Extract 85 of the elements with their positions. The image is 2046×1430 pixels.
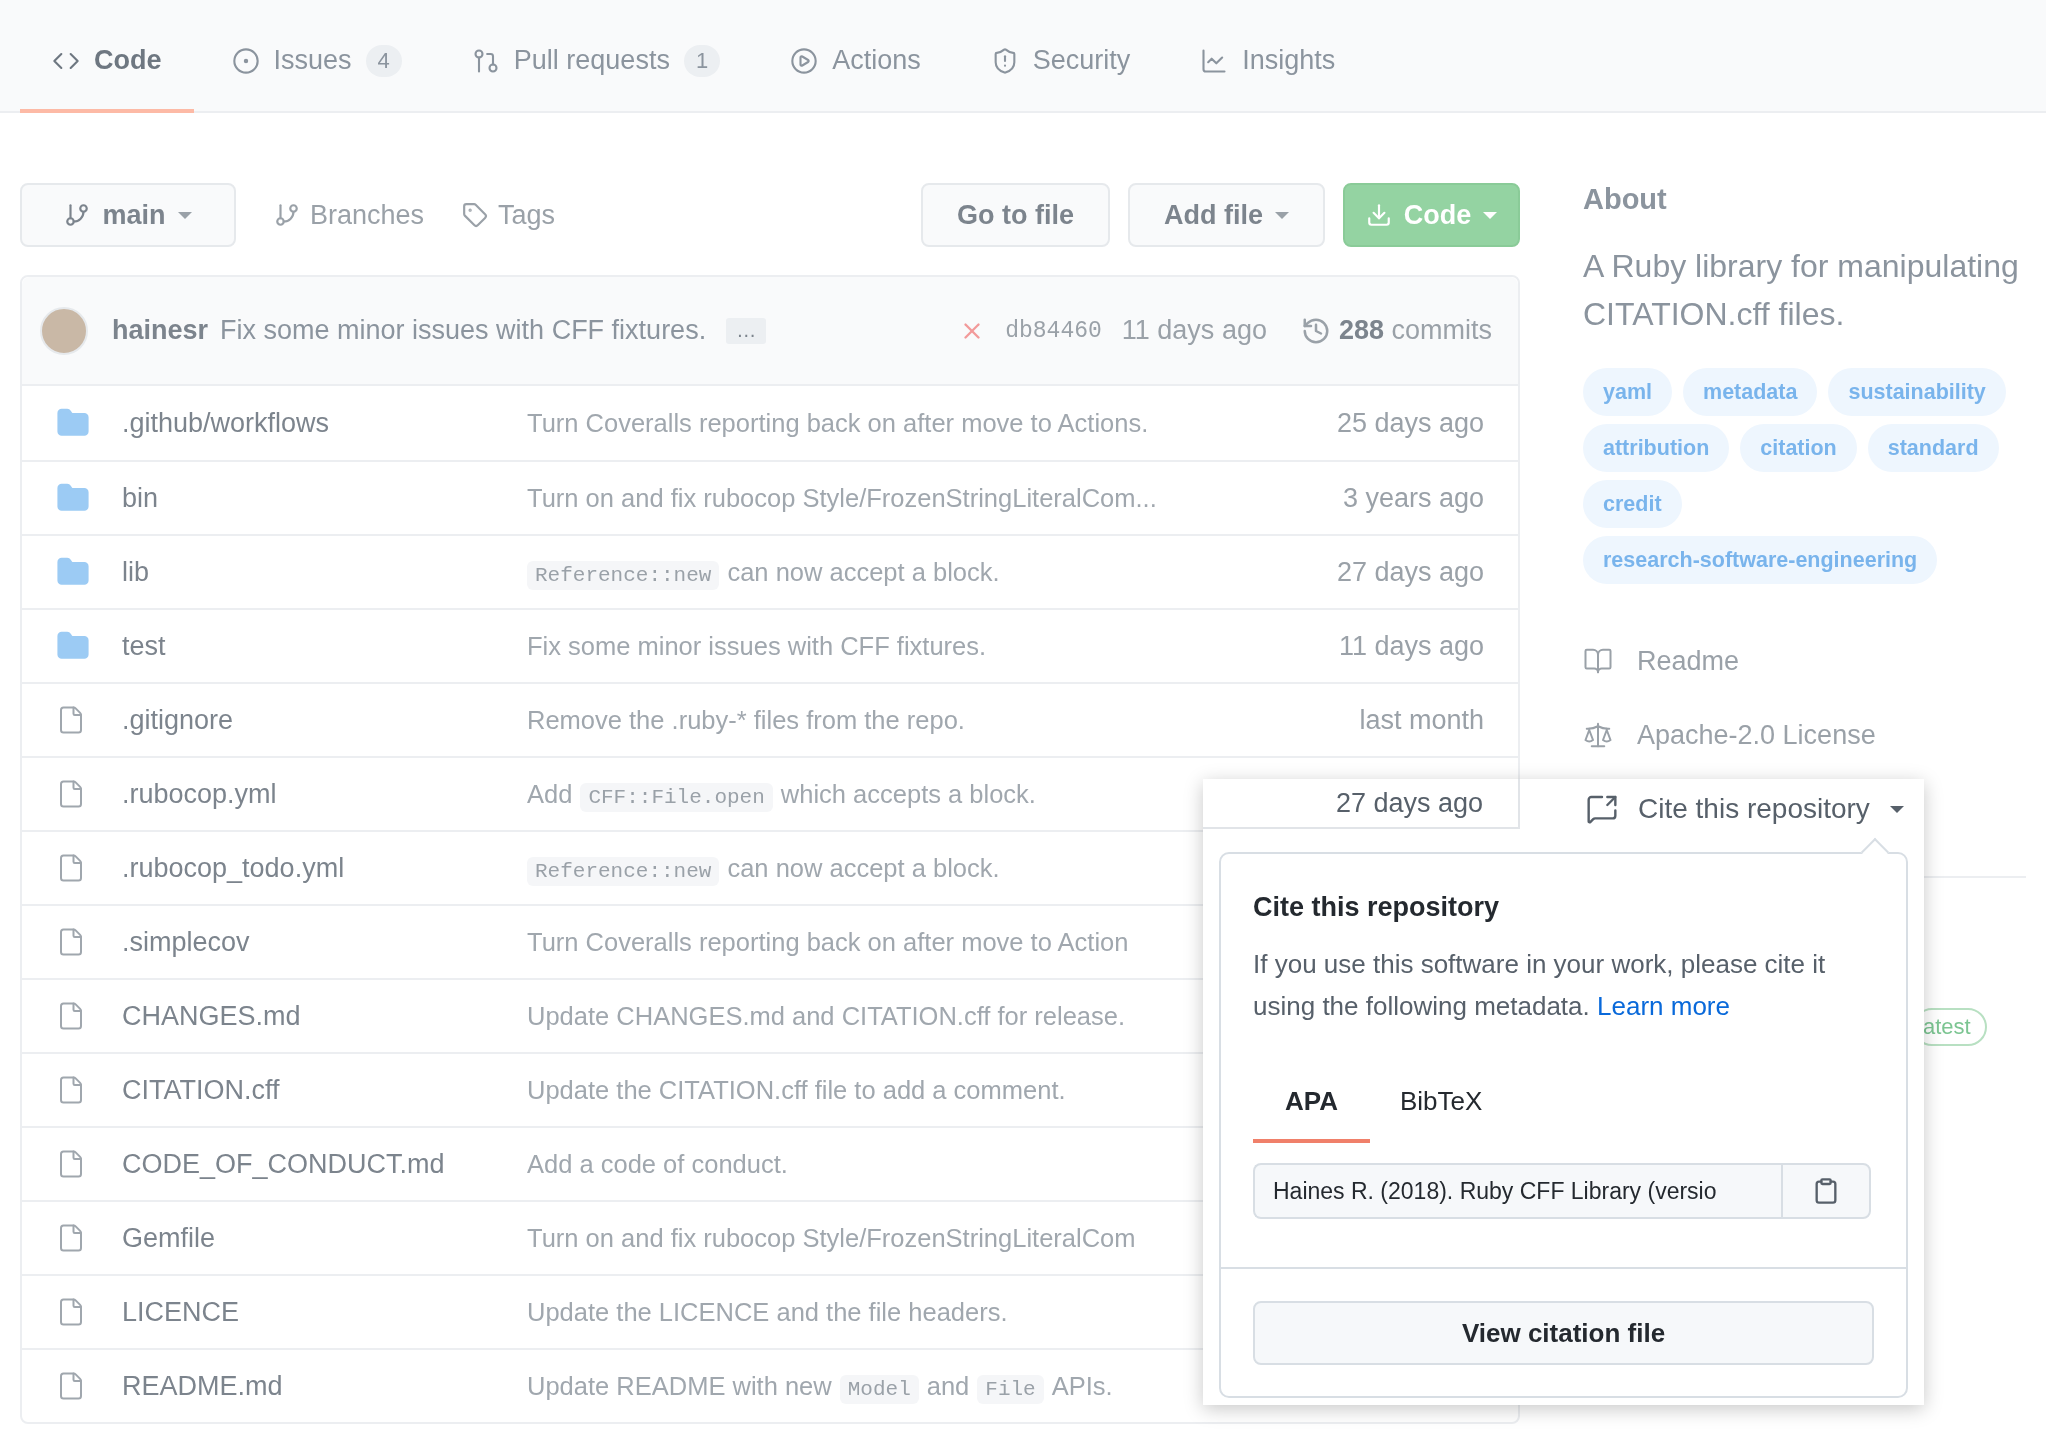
file-name[interactable]: CHANGES.md bbox=[122, 1000, 527, 1032]
commits-link[interactable]: 288 commits bbox=[1300, 315, 1492, 346]
topic-tag[interactable]: sustainability bbox=[1828, 368, 2006, 416]
file-name[interactable]: .rubocop_todo.yml bbox=[122, 852, 527, 884]
file-name[interactable]: CODE_OF_CONDUCT.md bbox=[122, 1148, 527, 1180]
file-name[interactable]: README.md bbox=[122, 1370, 527, 1402]
commit-message: Update the CITATION.cff file to add a comment. bbox=[527, 1075, 1066, 1104]
file-name[interactable]: .rubocop.yml bbox=[122, 778, 527, 810]
caret-icon bbox=[1483, 211, 1498, 219]
cite-description: If you use this software in your work, please cite it using the following metadata. Learn more bbox=[1253, 948, 1827, 1023]
commit-message: Fix some minor issues with CFF fixtures. bbox=[220, 315, 707, 346]
branch-icon bbox=[64, 202, 91, 228]
count-badge: 4 bbox=[365, 44, 402, 77]
commit-message: Fix some minor issues with CFF fixtures. bbox=[527, 631, 987, 660]
learn-more-link[interactable]: Learn more bbox=[1597, 991, 1730, 1021]
play-icon bbox=[790, 46, 819, 75]
branch-icon bbox=[274, 202, 300, 228]
commit-message: Remove the .ruby-* files from the repo. bbox=[527, 705, 965, 734]
repo-description: A Ruby library for manipulating CITATION.cff files. bbox=[1583, 247, 2020, 334]
topic-tag[interactable]: citation bbox=[1740, 424, 1857, 472]
file-name[interactable]: CITATION.cff bbox=[122, 1074, 527, 1106]
commit-date: 25 days ago bbox=[1336, 407, 1484, 439]
topic-tag[interactable]: standard bbox=[1867, 424, 1999, 472]
tags-link[interactable]: Tags bbox=[462, 199, 556, 231]
book-icon bbox=[1583, 646, 1613, 676]
file-name[interactable]: Gemfile bbox=[122, 1222, 527, 1254]
topic-tag[interactable]: research-software-engineering bbox=[1583, 536, 1938, 584]
commit-date: 27 days ago bbox=[1336, 556, 1484, 588]
commit-message: Turn Coveralls reporting back on after move to Action bbox=[527, 927, 1129, 956]
repo-tab[interactable]: Pull requests 1 bbox=[439, 0, 753, 113]
commit-date: 27 days ago bbox=[1203, 779, 1520, 829]
topic-tag[interactable]: yaml bbox=[1583, 368, 1672, 416]
scale-icon bbox=[1583, 720, 1613, 750]
license-link[interactable]: Apache-2.0 License bbox=[1583, 698, 2026, 772]
commit-time: 11 days ago bbox=[1121, 315, 1267, 346]
commit-message: Update the LICENCE and the file headers. bbox=[527, 1297, 1008, 1326]
commit-sha[interactable]: db84460 bbox=[1005, 317, 1102, 344]
commit-message: Turn on and fix rubocop Style/FrozenStringLiteralCom bbox=[527, 1223, 1136, 1252]
branches-link[interactable]: Branches bbox=[274, 199, 425, 231]
go-to-file-button[interactable]: Go to file bbox=[921, 183, 1110, 247]
cite-repository-button[interactable]: Cite this repository bbox=[1586, 779, 1904, 839]
add-file-button[interactable]: Add file bbox=[1128, 183, 1325, 247]
caret-icon bbox=[1275, 211, 1289, 219]
line-chart-icon bbox=[1200, 46, 1229, 75]
topic-tag[interactable]: credit bbox=[1583, 480, 1682, 528]
commit-message: Turn on and fix rubocop Style/FrozenStringLiteralCom... bbox=[527, 483, 1157, 512]
file-name[interactable]: .simplecov bbox=[122, 926, 527, 958]
view-citation-file-button[interactable]: View citation file bbox=[1253, 1301, 1874, 1365]
repo-tab[interactable]: Code bbox=[20, 0, 194, 113]
share-message-icon bbox=[1586, 793, 1618, 825]
branch-select[interactable]: main bbox=[20, 183, 236, 247]
repo-tab[interactable]: Actions bbox=[758, 0, 953, 113]
commit-date: 3 years ago bbox=[1342, 482, 1484, 514]
file-name[interactable]: bin bbox=[122, 482, 527, 514]
readme-link[interactable]: Readme bbox=[1583, 624, 2026, 698]
circle-dot-icon bbox=[231, 46, 260, 75]
more-button[interactable]: … bbox=[726, 317, 767, 344]
repo-tab[interactable]: Security bbox=[958, 0, 1163, 113]
caret-icon bbox=[1889, 805, 1904, 813]
topic-tag[interactable]: metadata bbox=[1683, 368, 1818, 416]
commit-date: 11 days ago bbox=[1338, 630, 1484, 662]
topic-tag[interactable]: attribution bbox=[1583, 424, 1730, 472]
commit-message: Update CHANGES.md and CITATION.cff for release. bbox=[527, 1001, 1126, 1030]
commit-message: Add a code of conduct. bbox=[527, 1149, 788, 1178]
commit-message: Turn Coveralls reporting back on after move to Actions. bbox=[527, 408, 1149, 437]
download-icon bbox=[1365, 202, 1392, 228]
avatar bbox=[40, 306, 88, 355]
repo-tab[interactable]: Issues 4 bbox=[199, 0, 434, 113]
commit-author[interactable]: hainesr bbox=[112, 315, 209, 346]
file-name[interactable]: test bbox=[122, 630, 527, 662]
format-tab[interactable]: BibTeX bbox=[1369, 1063, 1513, 1143]
file-name[interactable]: LICENCE bbox=[122, 1296, 527, 1328]
copy-button[interactable] bbox=[1781, 1163, 1871, 1219]
format-tab[interactable]: APA bbox=[1253, 1063, 1370, 1143]
dropdown-title: Cite this repository bbox=[1253, 892, 1501, 923]
repo-tab[interactable]: Insights bbox=[1168, 0, 1368, 113]
file-name[interactable]: .gitignore bbox=[122, 704, 527, 736]
tag-icon bbox=[462, 202, 489, 228]
about-title: About bbox=[1583, 183, 1668, 216]
file-name[interactable]: lib bbox=[122, 556, 527, 588]
file-name[interactable]: .github/workflows bbox=[122, 407, 527, 439]
citation-field[interactable]: Haines R. (2018). Ruby CFF Library (versio bbox=[1253, 1163, 1781, 1219]
caret-icon bbox=[177, 211, 192, 219]
count-badge: 1 bbox=[683, 44, 721, 77]
commit-date: last month bbox=[1359, 704, 1484, 736]
